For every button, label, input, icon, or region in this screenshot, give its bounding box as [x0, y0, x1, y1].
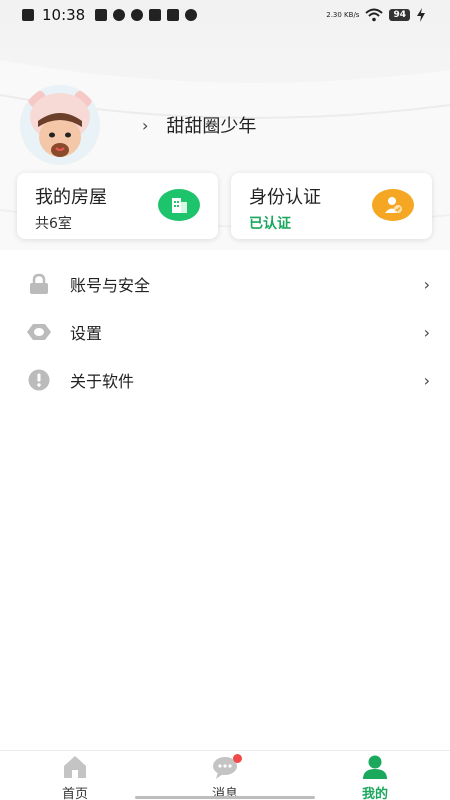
menu-label-about: 关于软件	[70, 372, 135, 391]
menu-item-about[interactable]: 关于软件 ›	[0, 356, 450, 404]
unread-badge	[233, 754, 242, 763]
person-icon	[362, 754, 388, 780]
room-count: 共6室	[35, 216, 72, 232]
bottom-tab-bar: 首页 消息 我的	[0, 750, 450, 800]
eye-settings-icon	[26, 319, 52, 345]
my-house-title: 我的房屋	[35, 187, 107, 208]
building-icon	[158, 189, 200, 221]
message-icon	[212, 754, 242, 780]
profile-chevron-icon[interactable]: ›	[142, 116, 148, 135]
my-house-card[interactable]: 我的房屋 共6室	[17, 173, 218, 239]
chevron-right-icon: ›	[423, 274, 430, 294]
settings-menu: 账号与安全 › 设置 › 关于软件 ›	[0, 260, 450, 404]
avatar[interactable]	[20, 85, 100, 165]
tab-mine-label: 我的	[361, 787, 388, 800]
menu-label-settings: 设置	[70, 324, 103, 343]
tab-home[interactable]: 首页	[0, 751, 150, 800]
menu-item-account-security[interactable]: 账号与安全 ›	[0, 260, 450, 308]
book-icon	[167, 9, 180, 21]
battery-level: 94	[389, 9, 410, 21]
menu-item-settings[interactable]: 设置 ›	[0, 308, 450, 356]
tab-home-label: 首页	[61, 787, 88, 800]
identity-title: 身份认证	[249, 187, 321, 208]
sync-icon	[185, 9, 198, 21]
lock-icon	[26, 271, 52, 297]
chevron-right-icon: ›	[423, 370, 430, 390]
network-speed: 2.30 KB/s	[326, 10, 360, 19]
menu-label-account-security: 账号与安全	[70, 276, 151, 295]
identity-verification-card[interactable]: 身份认证 已认证	[231, 173, 432, 239]
profile-header[interactable]: › 甜甜圈少年	[20, 85, 256, 165]
tab-messages[interactable]: 消息	[150, 751, 300, 800]
wifi-icon	[365, 8, 384, 22]
video-icon	[149, 9, 162, 21]
info-icon	[26, 367, 52, 393]
verification-status: 已认证	[249, 216, 291, 232]
tab-mine[interactable]: 我的	[300, 751, 450, 800]
status-time: 10:38	[42, 6, 86, 24]
close-notification-icon	[22, 9, 34, 21]
home-indicator[interactable]	[135, 796, 315, 799]
status-bar: 10:38 2.30 KB/s 94	[0, 0, 450, 30]
chevron-right-icon: ›	[423, 322, 430, 342]
username: 甜甜圈少年	[166, 116, 257, 137]
charging-icon	[417, 8, 425, 22]
usb-icon	[113, 9, 126, 21]
app-notification-icon	[95, 9, 108, 21]
home-icon	[62, 754, 88, 780]
cloud-icon	[131, 9, 144, 21]
user-verified-icon	[372, 189, 414, 221]
